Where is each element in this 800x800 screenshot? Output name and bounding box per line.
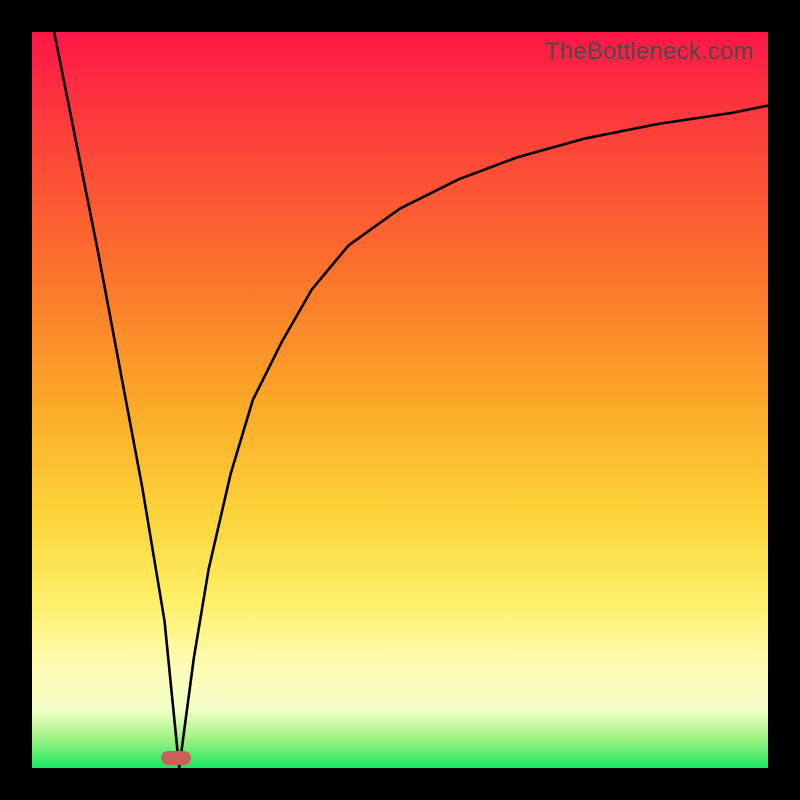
optimum-marker	[161, 751, 191, 765]
bottleneck-curve	[32, 32, 768, 768]
chart-frame: TheBottleneck.com	[0, 0, 800, 800]
plot-area: TheBottleneck.com	[32, 32, 768, 768]
